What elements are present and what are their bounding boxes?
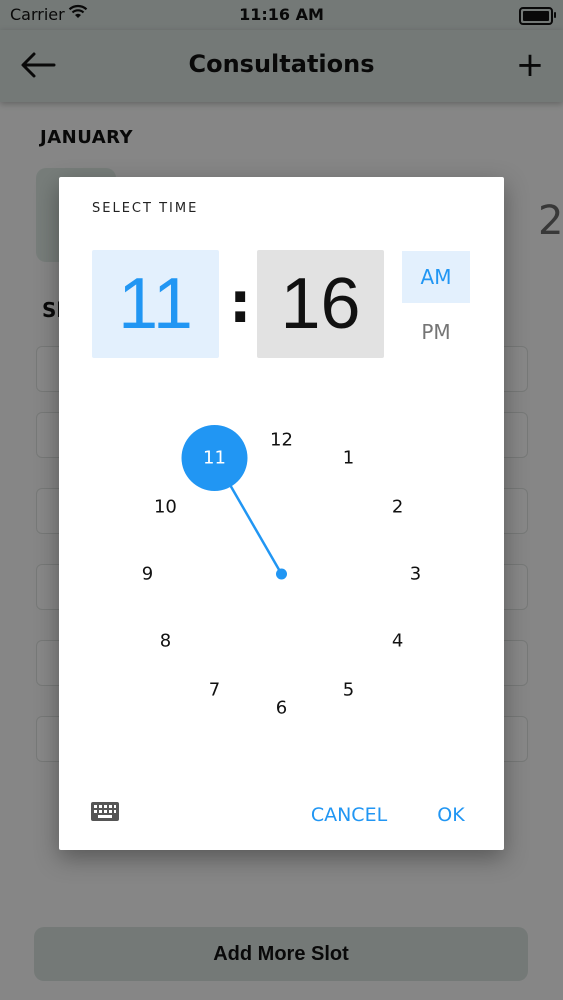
clock-number-12[interactable]: 12 <box>270 430 293 451</box>
clock-number-6[interactable]: 6 <box>276 698 287 719</box>
clock-hand <box>213 457 283 575</box>
dialog-title: SELECT TIME <box>92 201 199 216</box>
clock-number-10[interactable]: 10 <box>154 497 177 518</box>
am-toggle[interactable]: AM <box>402 251 470 303</box>
clock-number-3[interactable]: 3 <box>410 564 421 585</box>
clock-number-8[interactable]: 8 <box>160 631 171 652</box>
ok-button[interactable]: OK <box>431 797 471 833</box>
clock-number-7[interactable]: 7 <box>209 680 220 701</box>
clock-number-11[interactable]: 11 <box>203 447 226 468</box>
hour-display[interactable]: 11 <box>92 250 219 358</box>
clock-number-4[interactable]: 4 <box>392 631 403 652</box>
clock-number-1[interactable]: 1 <box>343 447 354 468</box>
keyboard-icon[interactable] <box>91 802 119 824</box>
clock-number-5[interactable]: 5 <box>343 680 354 701</box>
clock-number-2[interactable]: 2 <box>392 497 403 518</box>
cancel-button[interactable]: CANCEL <box>309 797 389 833</box>
clock-center-dot <box>276 568 287 580</box>
time-separator: : <box>229 271 252 336</box>
pm-toggle[interactable]: PM <box>402 306 470 358</box>
clock-number-9[interactable]: 9 <box>142 564 153 585</box>
minute-display[interactable]: 16 <box>257 250 384 358</box>
time-picker-dialog: SELECT TIME 11 : 16 AM PM 12 1 2 3 4 5 6 7 8 9 10 1… <box>59 177 504 850</box>
